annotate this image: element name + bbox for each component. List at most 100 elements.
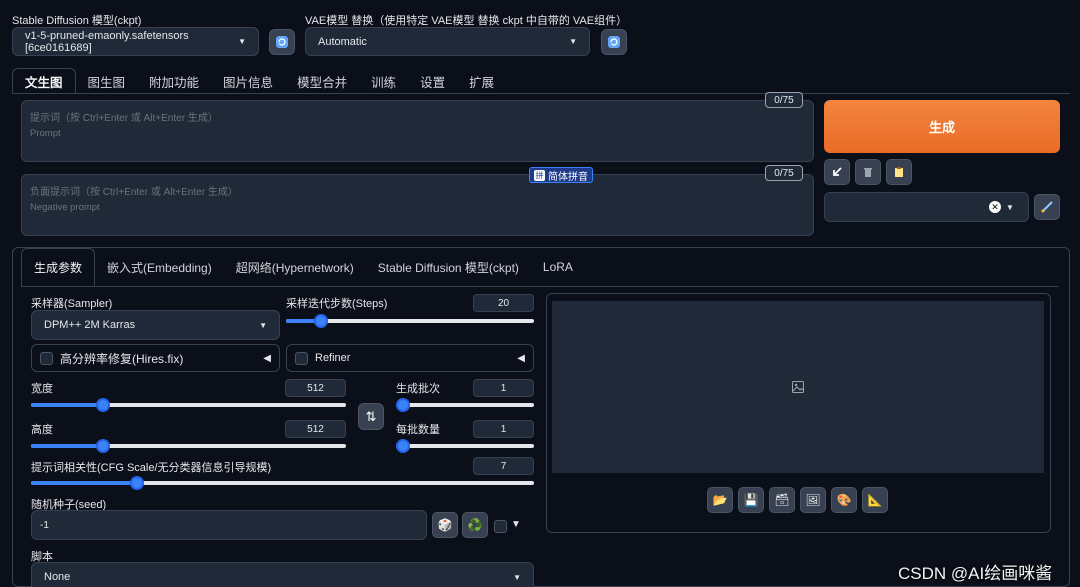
width-label: 宽度 [31,383,53,395]
refiner-accordion[interactable]: Refiner ◀ [286,344,534,372]
zip-button[interactable]: 🗃 [769,487,795,513]
ckpt-value: v1-5-pruned-emaonly.safetensors [6ce0161… [25,29,189,54]
batch-count-label: 生成批次 [396,383,440,395]
tab-train[interactable]: 训练 [359,68,408,94]
clipboard-icon [895,167,903,177]
batch-size-slider[interactable] [396,439,534,453]
subtab-divider [21,286,1058,287]
steps-slider[interactable] [286,314,534,328]
tab-extensions[interactable]: 扩展 [457,68,506,94]
image-preview [552,301,1044,473]
read-params-button[interactable] [824,159,850,185]
reuse-seed-button[interactable]: ♻️ [462,512,488,538]
tab-checkpoint-merger[interactable]: 模型合并 [285,68,359,94]
watermark: CSDN @AI绘画咪酱 [898,564,1053,583]
image-icon [792,381,804,393]
dice-icon: 🎲 [437,518,453,532]
open-folder-button[interactable]: 📂 [707,487,733,513]
negative-prompt-placeholder-en: Negative prompt [30,202,100,213]
save-button[interactable]: 💾 [738,487,764,513]
ime-label: 简体拼音 [548,171,588,183]
batch-count-slider[interactable] [396,398,534,412]
swap-arrows-icon: ⇅ [365,408,377,424]
batch-size-input[interactable]: 1 [473,420,534,438]
tab-img2img[interactable]: 图生图 [76,68,138,94]
generate-button[interactable]: 生成 [824,100,1060,153]
subtab-embedding[interactable]: 嵌入式(Embedding) [95,248,224,286]
tab-png-info[interactable]: 图片信息 [211,68,285,94]
negative-prompt-placeholder: 负面提示词（按 Ctrl+Enter 或 Alt+Enter 生成） [30,187,238,198]
main-tabs: 文生图 图生图 附加功能 图片信息 模型合并 训练 设置 扩展 [12,68,506,94]
cfg-slider-thumb[interactable] [129,476,144,490]
script-dropdown[interactable]: None ▼ [31,562,534,587]
negative-prompt-token-counter: 0/75 [765,165,803,181]
refresh-icon [276,36,288,48]
negative-prompt-textarea[interactable]: 负面提示词（按 Ctrl+Enter 或 Alt+Enter 生成） Negat… [21,174,814,236]
folder-icon: 📂 [712,493,728,507]
steps-input[interactable]: 20 [473,294,534,312]
chevron-down-icon: ▼ [259,320,267,330]
send-to-extras-button[interactable]: 📐 [862,487,888,513]
vae-label: VAE模型 替换（使用特定 VAE模型 替换 ckpt 中自带的 VAE组件） [305,15,628,27]
vae-dropdown[interactable]: Automatic ▼ [305,27,590,56]
tab-extras[interactable]: 附加功能 [137,68,211,94]
width-slider[interactable] [31,398,346,412]
subtab-lora[interactable]: LoRA [531,248,585,286]
height-slider[interactable] [31,439,346,453]
ime-badge: 拼 简体拼音 [529,167,593,183]
refresh-vae-button[interactable] [601,29,627,55]
send-to-img2img-button[interactable]: 🖼 [800,487,826,513]
archive-icon: 🗃 [774,493,790,507]
ime-icon: 拼 [534,169,545,181]
cfg-input[interactable]: 7 [473,457,534,475]
clear-icon[interactable]: ✕ [989,201,1001,213]
expand-triangle-icon[interactable]: ▼ [511,519,521,530]
batch-size-label: 每批数量 [396,424,440,436]
chevron-down-icon: ▼ [569,37,577,46]
hires-fix-accordion[interactable]: 高分辨率修复(Hires.fix) ◀ [31,344,280,372]
ckpt-dropdown[interactable]: v1-5-pruned-emaonly.safetensors [6ce0161… [12,27,259,56]
hires-fix-label: 高分辨率修复(Hires.fix) [60,351,184,366]
styles-dropdown[interactable]: ✕ ▼ [824,192,1029,222]
chevron-down-icon: ▼ [238,37,246,46]
tab-txt2img[interactable]: 文生图 [12,68,76,94]
swap-dimensions-button[interactable]: ⇅ [358,403,384,430]
paste-styles-button[interactable] [886,159,912,185]
collapse-triangle-icon: ◀ [263,352,271,364]
palette-icon: 🎨 [836,493,852,507]
random-seed-button[interactable]: 🎲 [432,512,458,538]
tab-settings[interactable]: 设置 [408,68,457,94]
send-to-inpaint-button[interactable]: 🎨 [831,487,857,513]
chevron-down-icon: ▼ [513,572,521,582]
tab-divider [12,93,1070,94]
hires-fix-checkbox[interactable] [40,351,53,365]
prompt-textarea[interactable]: 提示词（按 Ctrl+Enter 或 Alt+Enter 生成） Prompt [21,100,814,162]
sub-tabs: 生成参数 嵌入式(Embedding) 超网络(Hypernetwork) St… [21,248,585,286]
batch-count-slider-thumb[interactable] [396,398,410,412]
subtab-hypernetwork[interactable]: 超网络(Hypernetwork) [224,248,366,286]
sampler-dropdown[interactable]: DPM++ 2M Karras ▼ [31,310,280,340]
width-input[interactable]: 512 [285,379,346,397]
recycle-icon: ♻️ [467,518,483,532]
sampler-label: 采样器(Sampler) [31,298,113,310]
cfg-label: 提示词相关性(CFG Scale/无分类器信息引导规模) [31,462,272,474]
prompt-placeholder: 提示词（按 Ctrl+Enter 或 Alt+Enter 生成） [30,113,218,124]
script-value: None [44,571,71,583]
refiner-checkbox[interactable] [295,351,308,365]
clear-prompt-button[interactable] [855,159,881,185]
edit-styles-button[interactable] [1034,194,1060,220]
save-icon: 💾 [743,493,759,507]
steps-slider-thumb[interactable] [313,314,328,328]
height-slider-fill [31,444,104,448]
chevron-down-icon: ▼ [1006,203,1014,212]
cfg-slider[interactable] [31,476,534,490]
batch-count-input[interactable]: 1 [473,379,534,397]
extra-seed-checkbox[interactable] [494,520,507,533]
seed-input[interactable]: -1 [31,510,427,540]
refresh-ckpt-button[interactable] [269,29,295,55]
height-input[interactable]: 512 [285,420,346,438]
ckpt-label: Stable Diffusion 模型(ckpt) [12,15,142,27]
subtab-generation[interactable]: 生成参数 [21,248,96,286]
batch-size-slider-thumb[interactable] [396,439,410,453]
subtab-ckpt[interactable]: Stable Diffusion 模型(ckpt) [366,248,531,286]
